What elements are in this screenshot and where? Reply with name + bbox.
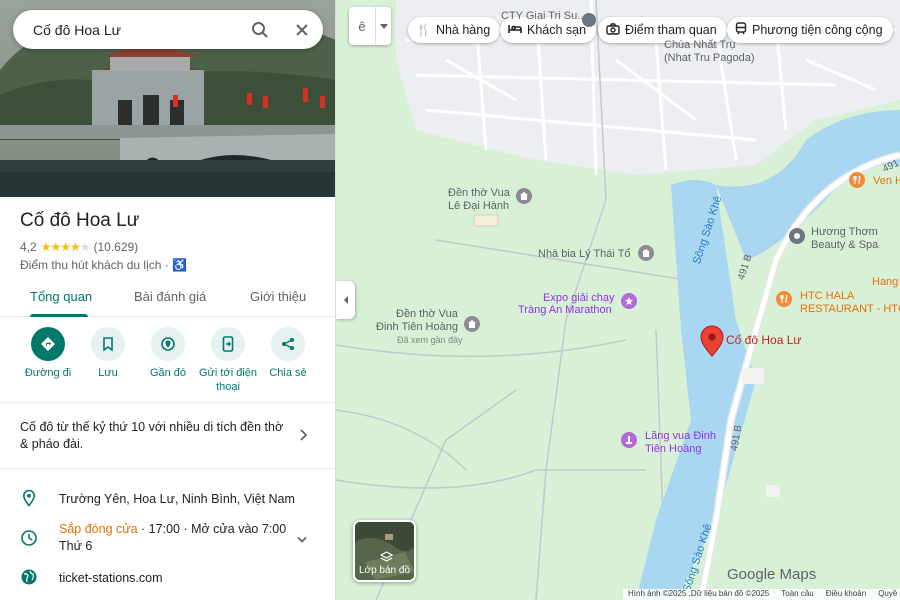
poi-label-le-dai-hanh-1[interactable]: Đền thờ Vua [448, 187, 510, 199]
place-category: Điểm thu hút khách du lịch · [20, 258, 169, 272]
bookmark-icon [91, 327, 125, 361]
poi-label-expo-1[interactable]: Expo giải chạy [543, 292, 615, 304]
chip-transit[interactable]: Phương tiện công cộng [727, 17, 893, 43]
address-text: Trường Yên, Hoa Lư, Ninh Bình, Việt Nam [59, 492, 295, 506]
poi-label-ly-thai-to[interactable]: Nhà bia Lý Thái Tổ [538, 248, 631, 260]
attribution-text: Hình ảnh ©2025 ,Dữ liệu bản đồ ©2025 [628, 589, 770, 598]
google-maps-logo: Google Maps [727, 566, 817, 583]
chip-restaurants[interactable]: 🍴 Nhà hàng [408, 17, 501, 43]
search-icon[interactable] [239, 10, 281, 49]
restaurant-icon[interactable] [849, 172, 865, 188]
poi-label-lang-vua-2[interactable]: Tiên Hoàng [645, 443, 701, 455]
place-description[interactable]: Cố đô từ thế kỷ thứ 10 với nhiều di tích… [20, 419, 290, 453]
divider [0, 402, 335, 403]
divider [0, 468, 335, 469]
caret-down-icon[interactable] [376, 7, 391, 45]
input-tools-button[interactable]: ê [349, 7, 391, 45]
camera-icon [606, 22, 620, 38]
fork-knife-icon: 🍴 [416, 23, 431, 37]
collapse-panel-button[interactable] [336, 281, 355, 319]
clock-icon [20, 529, 38, 552]
poi-label-htc-1[interactable]: HTC HALA [800, 290, 854, 302]
poi-label-cty[interactable]: CTY Giai Tri Su... [501, 10, 586, 22]
send-to-phone-button[interactable]: Gửi tới điện thoại [194, 327, 262, 394]
temple-icon[interactable] [516, 188, 532, 204]
input-tools-label: ê [349, 7, 376, 45]
website-link[interactable]: ticket-stations.com [59, 571, 163, 585]
nearby-icon [151, 327, 185, 361]
poi-marker-icon[interactable] [582, 13, 596, 27]
nearby-label: Gần đó [149, 367, 187, 379]
footer-link-terms[interactable]: Điều khoản [826, 589, 866, 600]
wheelchair-icon: ♿ [172, 258, 188, 272]
tab-about[interactable]: Giới thiệu [250, 289, 306, 304]
poi-label-expo-2[interactable]: Tràng An Marathon [518, 304, 612, 316]
share-label: Chia sẻ [269, 367, 307, 379]
chip-label: Điểm tham quan [625, 23, 717, 37]
recently-viewed-label: Đã xem gần đây [397, 335, 463, 345]
poi-label-le-dai-hanh-2[interactable]: Lê Đại Hành [448, 200, 509, 212]
review-count[interactable]: (10.629) [93, 240, 138, 254]
selected-place-label[interactable]: Cố đô Hoa Lư [726, 334, 801, 346]
chevron-down-icon[interactable] [296, 531, 308, 549]
layers-label: Lớp bản đồ [358, 565, 411, 576]
poi-label-htc-2[interactable]: RESTAURANT - HTC [800, 303, 900, 315]
chip-label: Khách sạn [527, 23, 587, 37]
nearby-button[interactable]: Gần đó [134, 327, 202, 380]
send-to-phone-label: Gửi tới điện thoại [199, 367, 257, 393]
restaurant-icon[interactable] [776, 291, 792, 307]
rating-value: 4,2 [20, 240, 37, 254]
chip-label: Nhà hàng [435, 23, 491, 37]
poi-label-dinh-1[interactable]: Đền thờ Vua [396, 308, 458, 320]
rating-row[interactable]: 4,2 ★★★★★ (10.629) [20, 240, 138, 254]
hours-text: · 17:00 · Mở cửa vào 7:00 [137, 522, 287, 536]
transit-icon [735, 22, 747, 38]
search-box[interactable]: Cố đô Hoa Lư [13, 10, 323, 49]
place-category-row: Điểm thu hút khách du lịch · ♿ [20, 258, 187, 272]
monument-icon[interactable] [621, 432, 637, 448]
save-label: Lưu [98, 367, 118, 379]
spa-icon[interactable] [789, 228, 805, 244]
rating-stars: ★★★★★ [40, 240, 91, 254]
search-input[interactable]: Cố đô Hoa Lư [33, 22, 239, 38]
hours-day: Thứ 6 [59, 539, 93, 553]
place-panel: Cố đô Hoa Lư Cố đô Hoa Lư 4,2 ★★★★★ (10.… [0, 0, 336, 600]
temple-icon[interactable] [638, 245, 654, 261]
chip-label: Phương tiện công cộng [752, 23, 883, 37]
directions-label: Đường đi [24, 367, 72, 379]
share-button[interactable]: Chia sẻ [254, 327, 322, 380]
directions-button[interactable]: Đường đi [14, 327, 82, 380]
layers-button[interactable]: Lớp bản đồ [353, 520, 416, 582]
hours-status: Sắp đóng cửa [59, 522, 138, 536]
save-button[interactable]: Lưu [74, 327, 142, 380]
globe-icon [20, 568, 38, 591]
location-pin-icon [20, 489, 38, 512]
place-title: Cố đô Hoa Lư [20, 210, 140, 231]
place-tabs: Tổng quan Bài đánh giá Giới thiệu [0, 281, 335, 317]
action-buttons: Đường đi Lưu Gần đó Gửi tới điện thoại C… [0, 327, 335, 401]
active-tab-indicator [30, 314, 88, 317]
event-icon[interactable] [621, 293, 637, 309]
directions-icon [31, 327, 65, 361]
poi-label-dinh-2[interactable]: Đinh Tiên Hoàng [376, 321, 458, 333]
close-icon[interactable] [281, 10, 323, 49]
temple-icon[interactable] [464, 316, 480, 332]
phone-icon [211, 327, 245, 361]
share-icon [271, 327, 305, 361]
map-footer: Hình ảnh ©2025 ,Dữ liệu bản đồ ©2025 Toà… [623, 589, 900, 600]
bed-icon [508, 23, 522, 37]
map-canvas[interactable]: ê 🍴 Nhà hàng Khách sạn Điểm tham quan Ph… [336, 0, 900, 600]
tab-reviews[interactable]: Bài đánh giá [134, 289, 206, 304]
poi-label-lang-vua-1[interactable]: Lăng vua Đinh [645, 430, 716, 442]
poi-label-ven[interactable]: Ven H [873, 175, 900, 187]
poi-label-pagoda-en[interactable]: (Nhat Tru Pagoda) [664, 52, 755, 64]
tab-overview[interactable]: Tổng quan [30, 289, 92, 304]
footer-link-global[interactable]: Toàn cầu [781, 589, 813, 600]
poi-label-huong-thom-1[interactable]: Hương Thơm [811, 226, 878, 238]
footer-link-privacy[interactable]: Quyề [878, 589, 897, 600]
poi-label-huong-thom-2[interactable]: Beauty & Spa [811, 239, 878, 251]
poi-label-hang[interactable]: Hang [872, 276, 898, 288]
poi-label-pagoda[interactable]: Chùa Nhất Trụ [664, 39, 736, 51]
chevron-right-icon[interactable] [298, 428, 308, 447]
